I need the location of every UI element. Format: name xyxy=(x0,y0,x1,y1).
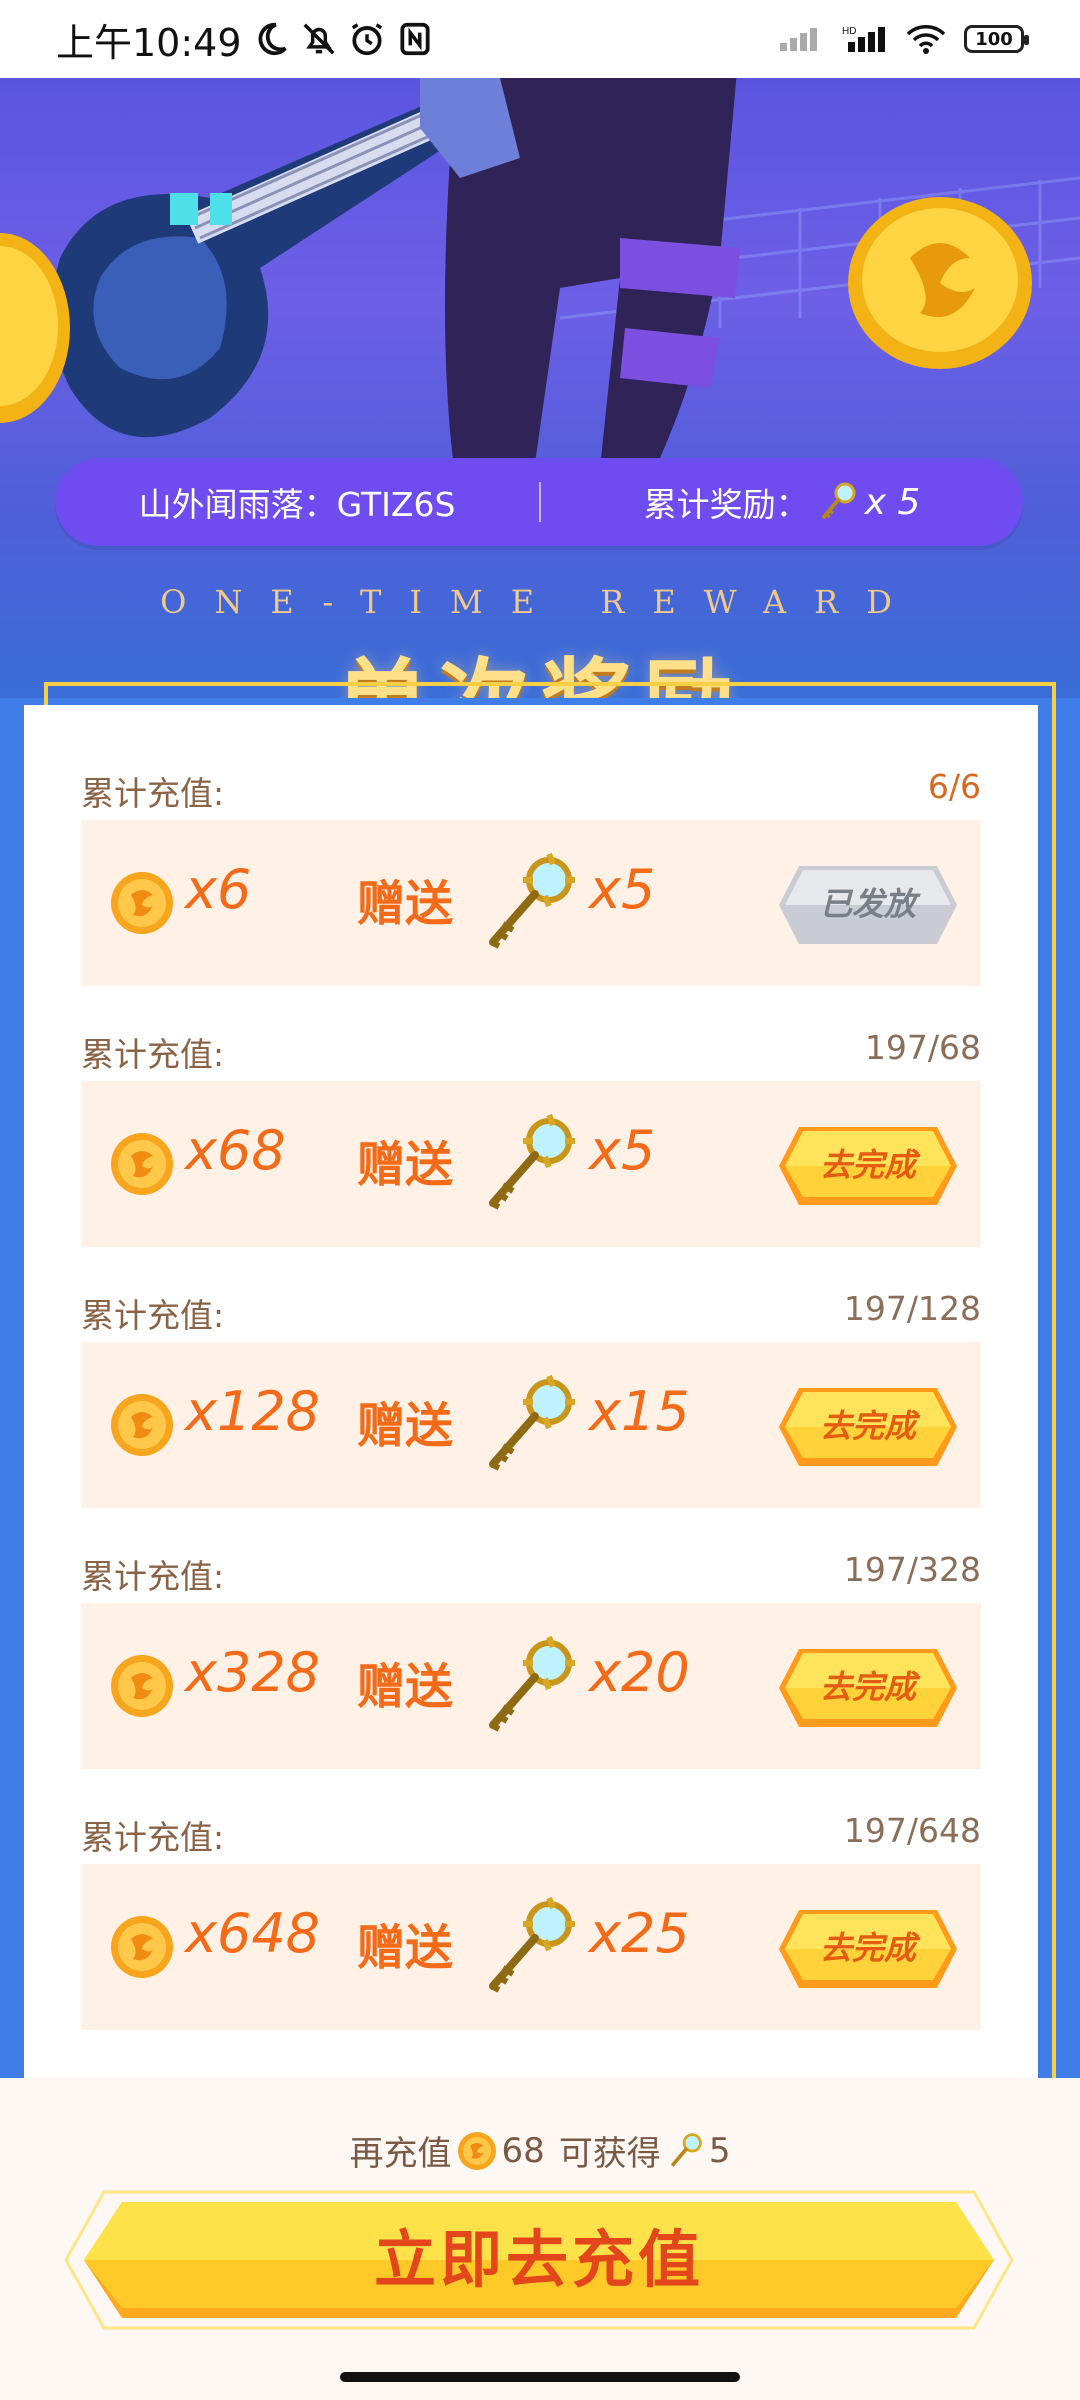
recharge-progress: 197/128 xyxy=(843,1289,981,1328)
key-icon xyxy=(479,1111,583,1215)
home-indicator[interactable] xyxy=(340,2372,740,2382)
key-amount: x20 xyxy=(589,1641,690,1704)
coin-icon xyxy=(457,2131,496,2170)
hint-middle: 可获得 xyxy=(558,2134,661,2174)
key-icon xyxy=(479,1633,583,1737)
key-icon xyxy=(479,1894,583,1998)
hero-banner: 山外闻雨落：GTIZ6S 累计奖励： x 5 ONE-TIME REWARD 单… xyxy=(0,78,1080,698)
signal-hd-icon: HD xyxy=(842,26,885,52)
recharge-now-label: 立即去充值 xyxy=(373,2223,704,2296)
coin-icon xyxy=(109,1131,175,1197)
status-right: HD 100 xyxy=(778,24,1029,54)
bottom-bar: 再充值 68 可获得 5 立即去充值 xyxy=(0,2078,1080,2400)
hint-prefix: 再充值 xyxy=(349,2134,452,2174)
coin-icon xyxy=(109,1914,175,1980)
gift-label: 赠送 xyxy=(357,876,454,932)
recharge-total-label: 累计充值: xyxy=(81,1296,225,1335)
user-id-label: 山外闻雨落：GTIZ6S xyxy=(138,485,456,524)
total-reward-label: 累计奖励： xyxy=(643,485,809,524)
gold-coin-decoration-icon xyxy=(848,197,1032,369)
recharge-total-label: 累计充值: xyxy=(81,774,225,813)
reward-row: x6 赠送 x5 已发放 xyxy=(81,820,981,986)
go-complete-button[interactable]: 去完成 xyxy=(777,1908,959,1990)
gift-label: 赠送 xyxy=(357,1137,454,1193)
key-amount: x5 xyxy=(589,858,656,921)
recharge-hint: 再充值 68 可获得 5 xyxy=(0,2126,1080,2175)
gift-label: 赠送 xyxy=(357,1920,454,1976)
status-time: 上午10:49 xyxy=(56,20,242,65)
reward-row: x648 赠送 x25 去完成 xyxy=(81,1864,981,2030)
reward-row: x328 赠送 x20 去完成 xyxy=(81,1603,981,1769)
hint-amount: 68 xyxy=(501,2130,545,2171)
key-amount: x15 xyxy=(589,1380,690,1443)
gold-coin-partial-icon xyxy=(0,233,70,423)
coin-icon xyxy=(109,870,175,936)
gift-label: 赠送 xyxy=(357,1398,454,1454)
recharge-total-label: 累计充值: xyxy=(81,1818,225,1857)
key-icon xyxy=(479,1372,583,1476)
recharge-progress: 6/6 xyxy=(927,767,981,806)
key-amount: x5 xyxy=(589,1119,656,1182)
alarm-icon xyxy=(351,23,382,56)
nfc-icon xyxy=(399,22,430,56)
bell-off-icon xyxy=(303,23,334,55)
key-icon xyxy=(670,2132,702,2167)
go-complete-button[interactable]: 去完成 xyxy=(777,1125,959,1207)
coin-icon xyxy=(109,1392,175,1458)
hint-keys: 5 xyxy=(708,2130,731,2171)
coin-amount: x328 xyxy=(185,1641,321,1704)
coin-amount: x128 xyxy=(185,1380,321,1443)
wifi-icon xyxy=(906,25,946,54)
key-amount: x25 xyxy=(589,1902,690,1965)
action-button-label: 去完成 xyxy=(819,1668,916,1706)
recharge-progress: 197/648 xyxy=(843,1811,981,1850)
status-bar: 上午10:49 HD 100 xyxy=(0,0,1080,78)
recharge-total-label: 累计充值: xyxy=(81,1557,225,1596)
key-icon xyxy=(479,850,583,954)
gift-label: 赠送 xyxy=(357,1659,454,1715)
key-icon xyxy=(821,482,856,520)
coin-amount: x648 xyxy=(185,1902,321,1965)
action-button-label: 去完成 xyxy=(819,1929,916,1967)
user-info-pill: 山外闻雨落：GTIZ6S 累计奖励： x 5 xyxy=(55,458,1023,546)
go-complete-button[interactable]: 去完成 xyxy=(777,1647,959,1729)
reward-row: x128 赠送 x15 去完成 xyxy=(81,1342,981,1508)
claimed-button: 已发放 xyxy=(777,864,959,946)
reward-card: 累计充值: 6/6 x6 赠送 x5 已发放 累计充值: 197/68 x68 赠送 x5 去完成 累计… xyxy=(24,705,1038,2080)
action-button-label: 去完成 xyxy=(819,1407,916,1445)
total-reward-multiplier: x 5 xyxy=(864,481,921,523)
recharge-now-button[interactable]: 立即去充值 xyxy=(64,2190,1014,2330)
recharge-progress: 197/68 xyxy=(864,1028,981,1067)
recharge-progress: 197/328 xyxy=(843,1550,981,1589)
signal-icon xyxy=(780,28,817,51)
reward-row: x68 赠送 x5 去完成 xyxy=(81,1081,981,1247)
moon-icon xyxy=(258,22,287,56)
status-left: 上午10:49 xyxy=(56,12,434,67)
subtitle-en: ONE-TIME REWARD xyxy=(160,583,920,621)
recharge-total-label: 累计充值: xyxy=(81,1035,225,1074)
battery-indicator: 100 xyxy=(964,25,1029,53)
action-button-label: 已发放 xyxy=(819,885,916,923)
svg-text:HD: HD xyxy=(842,26,856,37)
coin-amount: x6 xyxy=(185,858,252,921)
total-reward: 累计奖励： x 5 xyxy=(541,478,1023,526)
coin-amount: x68 xyxy=(185,1119,286,1182)
action-button-label: 去完成 xyxy=(819,1146,916,1184)
go-complete-button[interactable]: 去完成 xyxy=(777,1386,959,1468)
coin-icon xyxy=(109,1653,175,1719)
